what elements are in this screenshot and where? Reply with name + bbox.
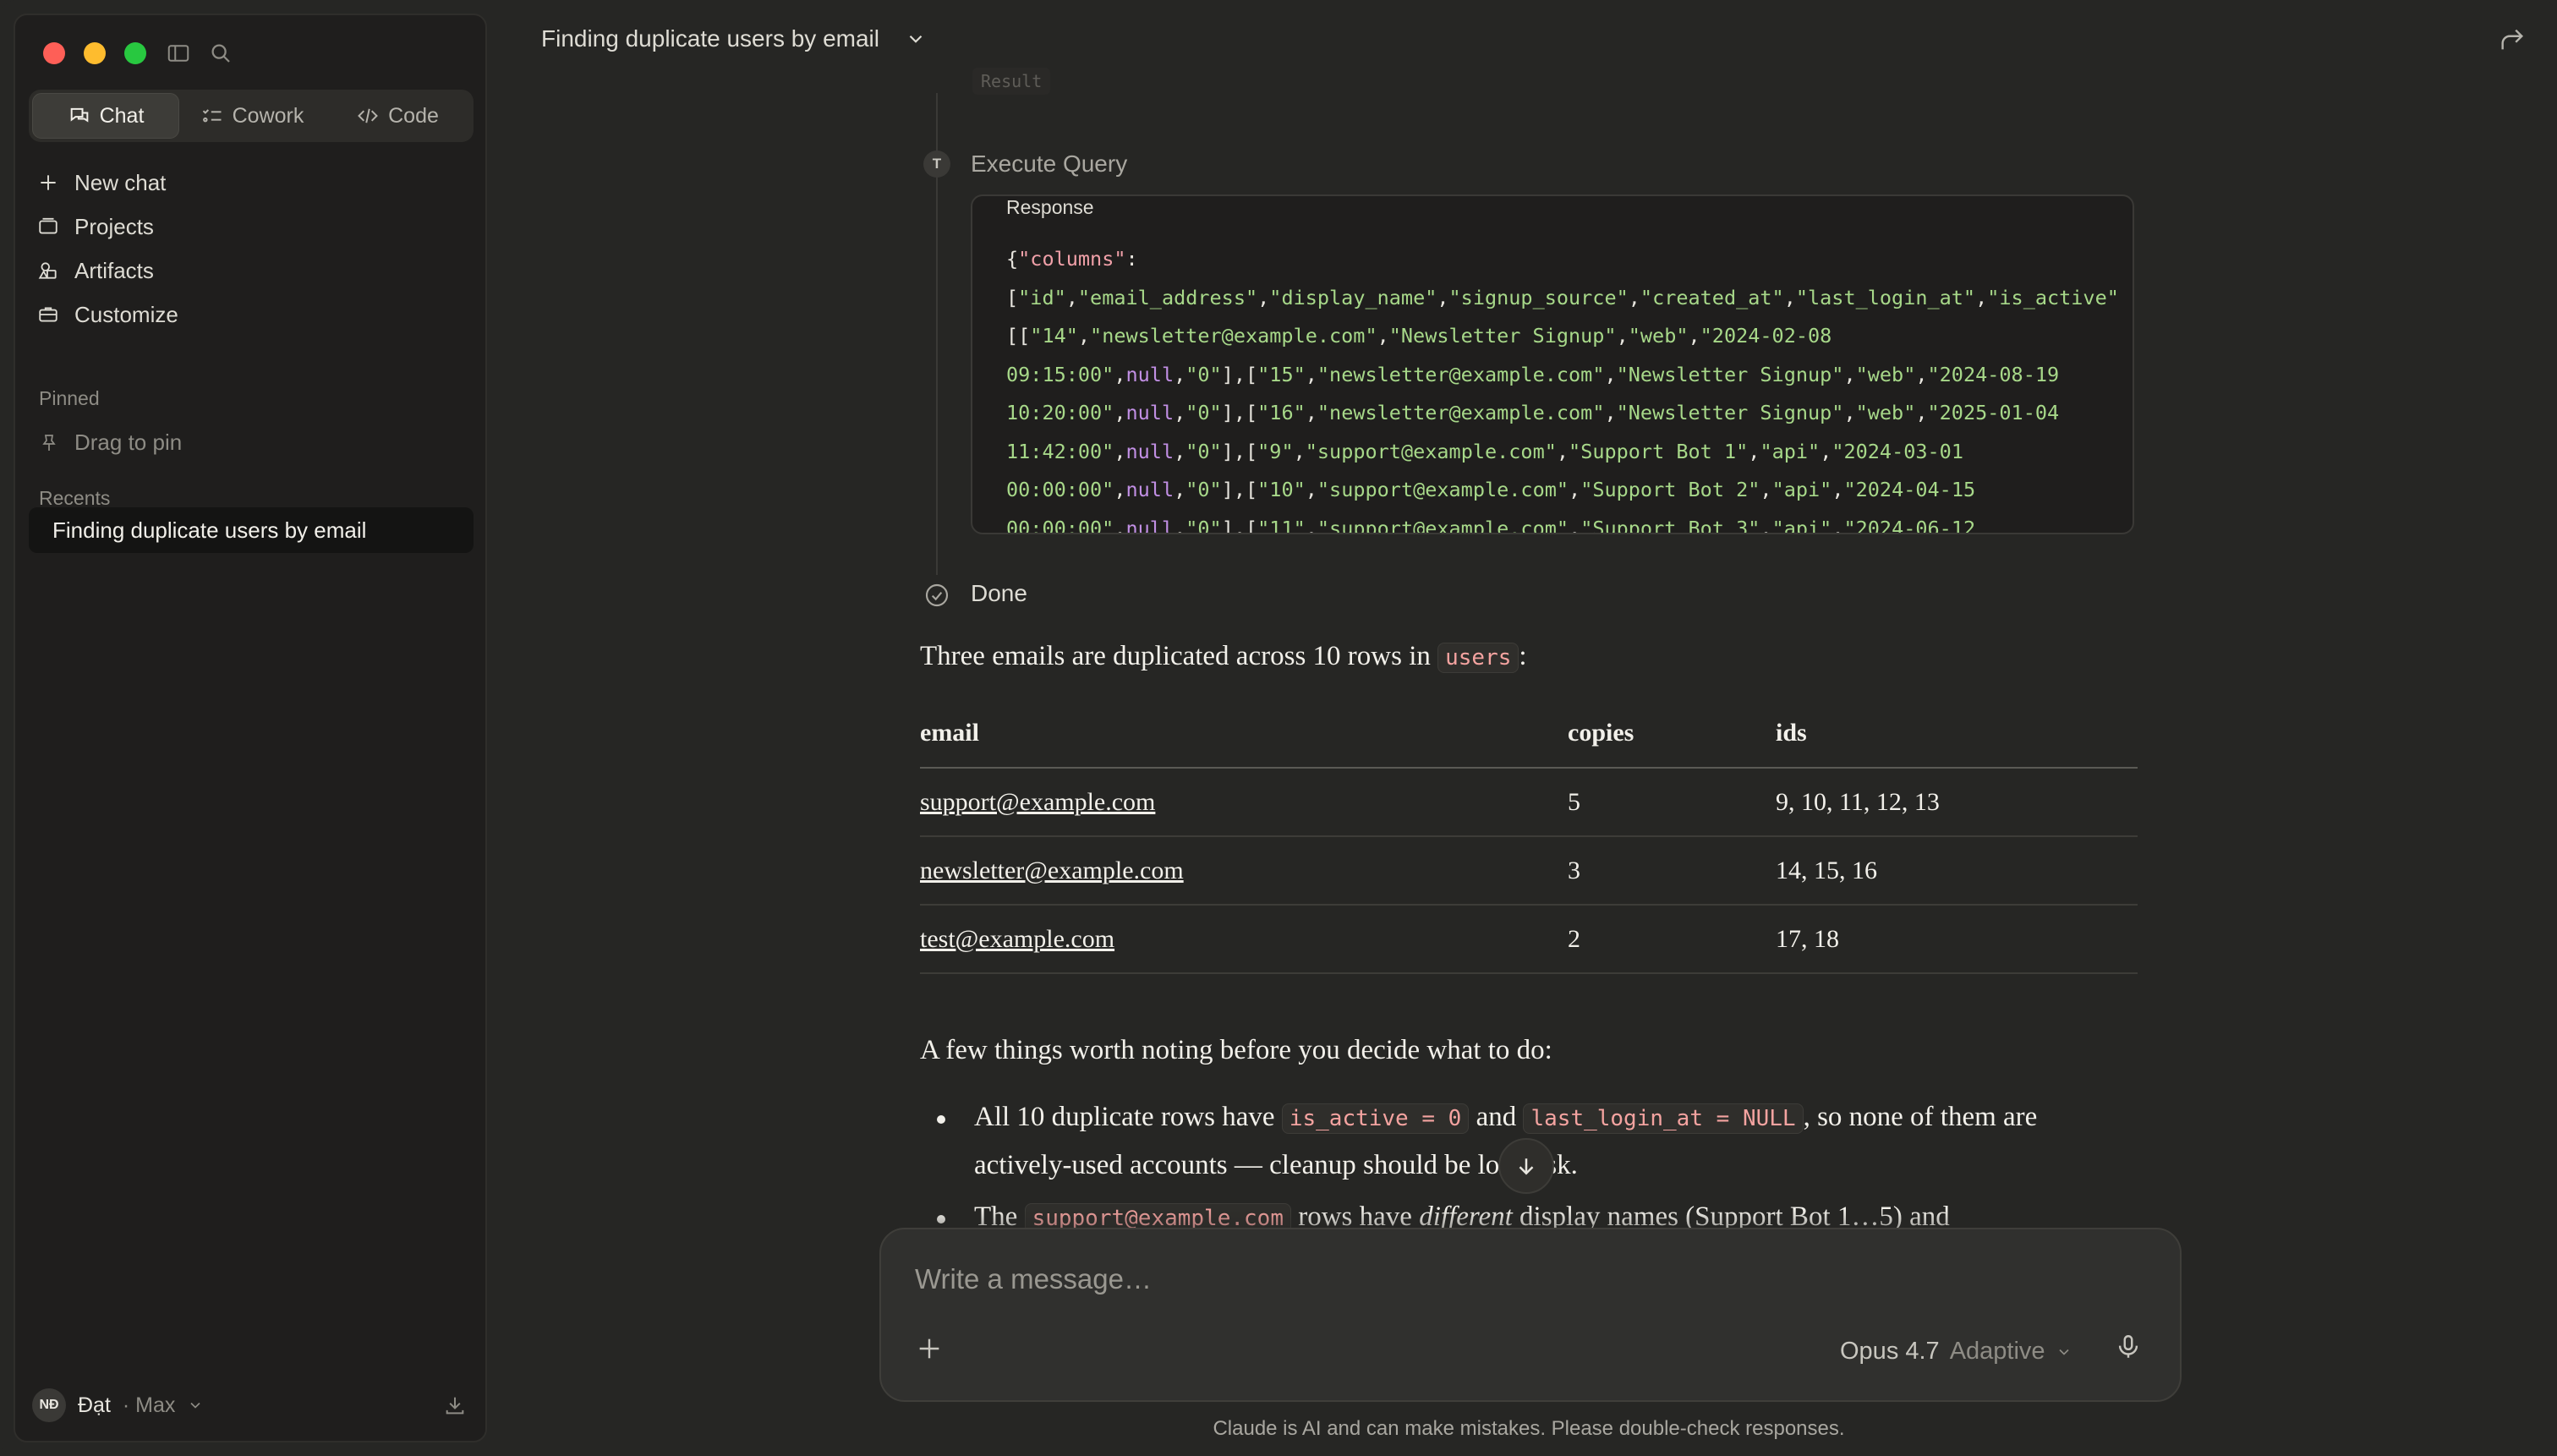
sidebar-toggle-icon[interactable] [166,41,191,66]
pin-icon [42,434,56,451]
folder-icon [39,217,57,234]
pinned-section-label: Pinned [39,387,100,409]
pin-drop-zone: Drag to pin [39,430,182,456]
share-icon[interactable] [2498,25,2527,54]
checklist-icon [202,109,222,123]
table-row: newsletter@example.com 3 14, 15, 16 [920,836,2138,906]
search-icon[interactable] [208,41,233,66]
inline-code: users [1437,643,1519,673]
sidebar-top-icons [166,41,233,66]
model-mode: Adaptive [1949,1338,2045,1365]
intro-text: Three emails are duplicated across 10 ro… [920,641,1438,671]
chat-bubbles-icon [70,107,88,123]
email-link[interactable]: test@example.com [920,905,1568,974]
intro-suffix: : [1519,641,1527,671]
tool-step-label[interactable]: Execute Query [971,151,1127,178]
add-attachment-icon[interactable] [915,1334,944,1363]
ids-cell: 17, 18 [1776,905,2138,974]
sidebar: Chat Cowork Code New chat Projects Artif… [14,14,487,1442]
message-composer: Opus 4.7 Adaptive [879,1228,2182,1402]
pin-hint-label: Drag to pin [74,430,183,455]
email-link[interactable]: support@example.com [920,768,1568,837]
tool-response-box[interactable]: Response {"columns": ["id","email_addres… [971,194,2134,534]
minimize-window-button[interactable] [84,42,106,64]
table-row: test@example.com 2 17, 18 [920,905,2138,974]
ids-cell: 14, 15, 16 [1776,836,2138,906]
download-icon[interactable] [443,1393,467,1417]
sidebar-item-customize[interactable]: Customize [37,293,178,337]
email-link[interactable]: newsletter@example.com [920,836,1568,906]
shapes-icon [38,262,57,279]
sidebar-item-label: Projects [74,213,154,239]
ids-cell: 9, 10, 11, 12, 13 [1776,768,2138,837]
sidebar-item-new-chat[interactable]: New chat [37,161,178,205]
app-window: Chat Cowork Code New chat Projects Artif… [0,0,2557,1456]
mode-code-label: Code [388,103,439,128]
bullet-text: All 10 duplicate rows have [974,1102,1282,1132]
inline-code: last_login_at = NULL [1523,1103,1804,1134]
mode-switch: Chat Cowork Code [29,90,474,142]
column-header-ids: ids [1776,709,2138,769]
sidebar-item-label: New chat [74,169,167,195]
page-title: Finding duplicate users by email [541,25,879,52]
chevron-down-icon [2058,1349,2069,1355]
bullet-text: and [1469,1102,1524,1132]
done-label: Done [971,580,1027,606]
table-header-row: email copies ids [920,709,2138,769]
scroll-to-bottom-button[interactable] [1498,1138,1554,1194]
user-name: Đạt [78,1393,111,1417]
sidebar-nav: New chat Projects Artifacts Customize [37,161,178,337]
notes-intro: A few things worth noting before you dec… [920,1035,1552,1065]
copies-cell: 3 [1568,836,1776,906]
copies-cell: 2 [1568,905,1776,974]
window-controls [43,42,146,64]
sidebar-item-label: Customize [74,301,178,327]
recent-chat-item[interactable]: Finding duplicate users by email [29,507,474,553]
response-json: {"columns": ["id","email_address","displ… [1006,247,2119,534]
inline-code: is_active = 0 [1281,1103,1470,1134]
model-name: Opus 4.7 [1840,1338,1940,1365]
microphone-icon[interactable] [2114,1333,2143,1361]
message-input[interactable] [915,1263,1760,1295]
column-header-email: email [920,709,1568,769]
disclaimer: Claude is AI and can make mistakes. Plea… [1213,1417,1845,1440]
recents-section-label: Recents [39,487,111,509]
tool-step-badge: T [923,151,950,178]
sidebar-item-label: Artifacts [74,257,154,283]
arrow-down-icon [1519,1158,1534,1175]
chevron-down-icon [190,1402,200,1409]
briefcase-icon [39,307,57,322]
conversation-title-menu[interactable]: Finding duplicate users by email [541,25,927,52]
close-window-button[interactable] [43,42,65,64]
sidebar-item-projects[interactable]: Projects [37,205,178,249]
column-header-copies: copies [1568,709,1776,769]
code-icon [358,108,379,123]
maximize-window-button[interactable] [124,42,146,64]
duplicates-table: email copies ids support@example.com 5 9… [920,709,2138,974]
user-plan: · Max [122,1393,176,1417]
intro-paragraph: Three emails are duplicated across 10 ro… [920,641,1527,673]
plus-icon [41,175,56,190]
mode-chat-label: Chat [99,103,145,128]
mode-code-button[interactable]: Code [325,93,470,139]
mode-cowork-button[interactable]: Cowork [179,93,325,139]
mode-cowork-label: Cowork [232,103,304,128]
response-label: Response [1006,196,1094,218]
table-row: support@example.com 5 9, 10, 11, 12, 13 [920,768,2138,837]
copies-cell: 5 [1568,768,1776,837]
mode-chat-button[interactable]: Chat [32,93,179,139]
sidebar-item-artifacts[interactable]: Artifacts [37,249,178,293]
chevron-down-icon [909,35,923,43]
check-circle-icon [925,583,949,607]
result-tag: Result [972,68,1051,95]
model-selector[interactable]: Opus 4.7 Adaptive [1840,1338,2072,1366]
